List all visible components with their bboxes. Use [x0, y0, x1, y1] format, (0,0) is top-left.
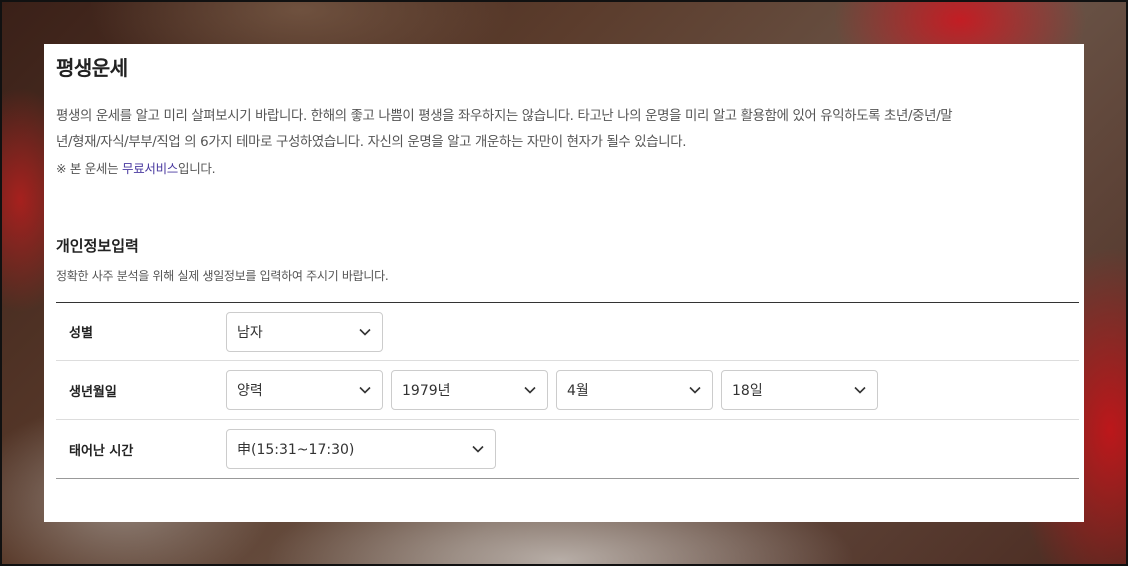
note-suffix: 입니다. [178, 161, 216, 176]
content-card: 평생운세 평생의 운세를 알고 미리 살펴보시기 바랍니다. 한해의 좋고 나쁨… [44, 44, 1084, 522]
section-title: 개인정보입력 [56, 237, 139, 255]
gender-label: 성별 [69, 326, 93, 341]
birth-month-select[interactable]: 4월 [556, 370, 713, 410]
free-service-link[interactable]: 무료서비스 [122, 161, 178, 176]
calendar-type-select[interactable]: 양력 [226, 370, 383, 410]
birth-year-select[interactable]: 1979년 [391, 370, 548, 410]
intro-text: 평생의 운세를 알고 미리 살펴보시기 바랍니다. 한해의 좋고 나쁨이 평생을… [56, 109, 953, 150]
birthdate-row: 생년월일 양력 1979년 4월 18일 [56, 361, 1079, 420]
birth-month-value: 4월 [567, 383, 589, 399]
section-description: 정확한 사주 분석을 위해 실제 생일정보를 입력하여 주시기 바랍니다. [56, 269, 389, 283]
gender-row: 성별 남자 [56, 303, 1079, 361]
chevron-down-icon [348, 371, 382, 409]
gender-value: 남자 [237, 324, 263, 341]
chevron-down-icon [843, 371, 877, 409]
chevron-down-icon [513, 371, 547, 409]
birth-year-value: 1979년 [402, 383, 451, 399]
personal-info-form: 성별 남자 생년월일 양력 1979년 4월 18일 태어난 시간 申(15:3… [56, 302, 1079, 479]
service-note: ※ 본 운세는 무료서비스입니다. [56, 156, 1078, 182]
chevron-down-icon [461, 430, 495, 468]
birthtime-label: 태어난 시간 [69, 443, 134, 459]
birth-day-select[interactable]: 18일 [721, 370, 878, 410]
note-prefix: ※ 본 운세는 [56, 161, 122, 176]
birthtime-row: 태어난 시간 申(15:31~17:30) [56, 420, 1079, 479]
birthtime-select[interactable]: 申(15:31~17:30) [226, 429, 496, 469]
birth-day-value: 18일 [732, 383, 763, 399]
gender-select[interactable]: 남자 [226, 311, 383, 352]
calendar-type-value: 양력 [237, 383, 263, 399]
chevron-down-icon [678, 371, 712, 409]
page-title: 평생운세 [56, 56, 128, 80]
birthtime-value: 申(15:31~17:30) [237, 442, 355, 458]
birthdate-label: 생년월일 [69, 384, 117, 400]
chevron-down-icon [348, 313, 382, 351]
